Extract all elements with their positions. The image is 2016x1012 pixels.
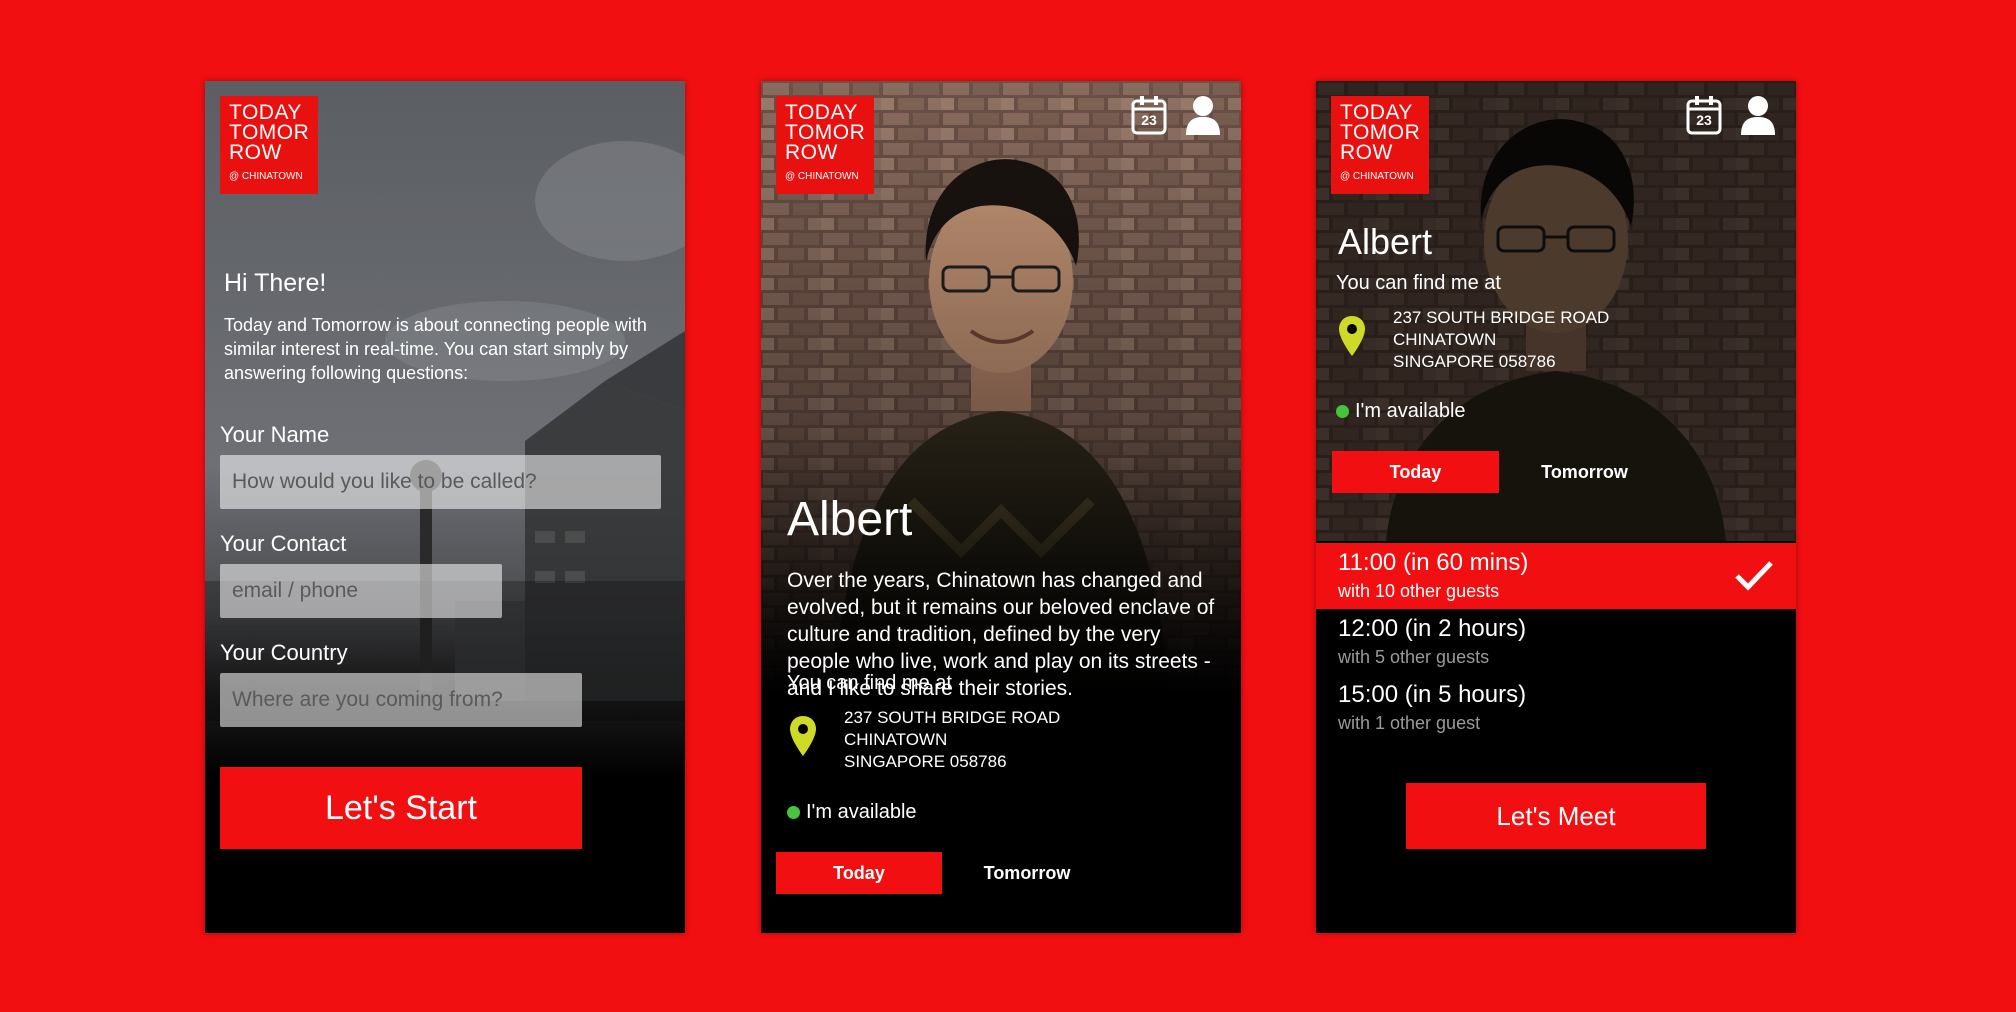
availability-status: I'm available: [1336, 400, 1466, 423]
contact-input[interactable]: [220, 564, 502, 618]
location-pin-icon: [790, 716, 816, 756]
calendar-icon[interactable]: 23: [1686, 95, 1722, 135]
tab-tomorrow[interactable]: Tomorrow: [944, 852, 1110, 894]
country-label: Your Country: [220, 640, 348, 665]
user-profile-icon[interactable]: [1740, 95, 1776, 135]
find-me-label: You can find me at: [787, 672, 952, 694]
user-profile-icon[interactable]: [1185, 95, 1221, 135]
contact-label: Your Contact: [220, 531, 347, 556]
intro-text: Today and Tomorrow is about connecting p…: [224, 315, 647, 383]
time-slot-selected[interactable]: 11:00 (in 60 mins) with 10 other guests: [1316, 543, 1796, 609]
name-label: Your Name: [220, 422, 330, 447]
lets-start-button[interactable]: Let's Start: [220, 767, 582, 849]
lets-meet-button[interactable]: Let's Meet: [1406, 783, 1706, 849]
tab-today[interactable]: Today: [1332, 451, 1499, 493]
profile-name: Albert: [1338, 221, 1433, 262]
profile-name: Albert: [787, 493, 913, 546]
availability-status: I'm available: [787, 801, 917, 824]
address-block: 237 SOUTH BRIDGE ROAD CHINATOWN SINGAPOR…: [1393, 308, 1610, 371]
find-me-label: You can find me at: [1336, 272, 1501, 294]
available-dot-icon: [1336, 405, 1349, 418]
app-logo: TODAY TOMOR ROW @ CHINATOWN: [776, 96, 874, 194]
calendar-icon[interactable]: 23: [1131, 95, 1167, 135]
available-dot-icon: [787, 806, 800, 819]
location-pin-icon: [1339, 316, 1365, 356]
checkmark-icon: [1735, 561, 1773, 591]
onboarding-screen: TODAY TOMOR ROW @ CHINATOWN Hi There! To…: [205, 81, 685, 933]
time-slot[interactable]: 12:00 (in 2 hours) with 5 other guests: [1316, 609, 1796, 675]
address-block: 237 SOUTH BRIDGE ROAD CHINATOWN SINGAPOR…: [844, 708, 1061, 771]
tab-today[interactable]: Today: [776, 852, 942, 894]
app-logo: TODAY TOMOR ROW @ CHINATOWN: [220, 96, 318, 194]
profile-screen: TODAY TOMOR ROW @ CHINATOWN 23 Albert Ov…: [761, 81, 1241, 933]
app-logo: TODAY TOMOR ROW @ CHINATOWN: [1331, 96, 1429, 194]
time-slot[interactable]: 15:00 (in 5 hours) with 1 other guest: [1316, 675, 1796, 741]
name-input[interactable]: [220, 455, 661, 509]
booking-screen: TODAY TOMOR ROW @ CHINATOWN 23 Albert Yo…: [1316, 81, 1796, 933]
tab-tomorrow[interactable]: Tomorrow: [1501, 451, 1668, 493]
greeting-heading: Hi There!: [224, 269, 327, 297]
country-input[interactable]: [220, 673, 582, 727]
